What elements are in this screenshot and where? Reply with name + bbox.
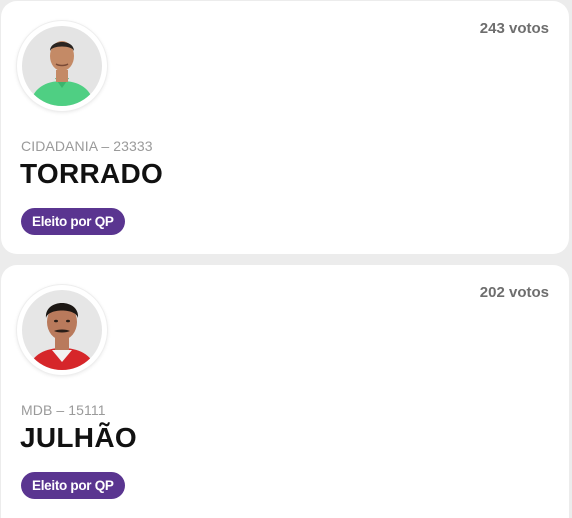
vote-count: 243 votos bbox=[479, 20, 549, 37]
elected-badge: Eleito por QP bbox=[21, 208, 125, 235]
candidate-name: TORRADO bbox=[20, 158, 164, 189]
candidate-photo bbox=[22, 290, 102, 370]
avatar bbox=[17, 285, 107, 375]
avatar bbox=[17, 21, 107, 111]
candidate-card[interactable]: 243 votos CIDADANIA – 23333 TORRADO Elei… bbox=[1, 1, 569, 254]
vote-count: 202 votos bbox=[479, 284, 549, 301]
candidate-card[interactable]: 202 votos MDB – 15111 JULHÃO Eleito por … bbox=[1, 265, 569, 518]
party-number: CIDADANIA – 23333 bbox=[21, 138, 153, 154]
candidate-photo bbox=[22, 26, 102, 106]
elected-badge: Eleito por QP bbox=[21, 472, 125, 499]
candidate-name: JULHÃO bbox=[20, 422, 137, 453]
candidate-list: 243 votos CIDADANIA – 23333 TORRADO Elei… bbox=[0, 0, 572, 518]
party-number: MDB – 15111 bbox=[21, 402, 106, 418]
